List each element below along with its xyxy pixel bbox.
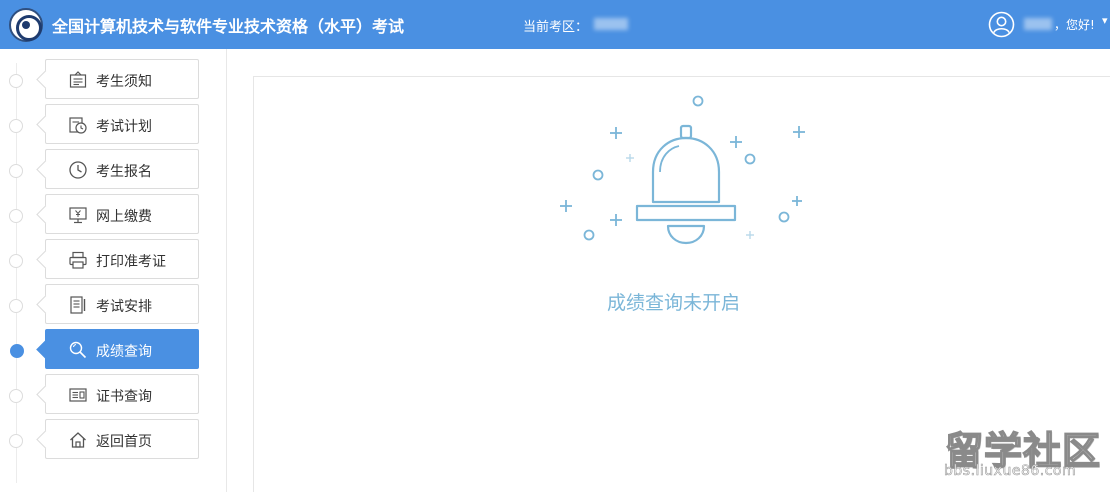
sidebar-item-exam-notice[interactable]: 考生须知	[0, 59, 227, 101]
app-title: 全国计算机技术与软件专业技术资格（水平）考试	[52, 17, 405, 36]
sidebar-item-box[interactable]: 返回首页	[45, 419, 199, 459]
home-icon	[70, 432, 86, 448]
sidebar-item-box[interactable]: 考生报名	[45, 149, 199, 189]
sidebar-item-box[interactable]: 网上缴费	[45, 194, 199, 234]
sidebar-item-score-query[interactable]: 成绩查询	[0, 329, 227, 371]
sidebar-item-label: 考生须知	[96, 74, 152, 90]
sidebar-item-registration[interactable]: 考生报名	[0, 149, 227, 191]
sidebar-item-label: 考生报名	[96, 164, 152, 180]
watermark-url: bbs.liuxue86.com	[944, 463, 1077, 480]
sidebar-item-label: 返回首页	[96, 434, 152, 450]
sidebar-item-label: 打印准考证	[96, 254, 166, 270]
timeline-dot	[9, 389, 23, 403]
payment-monitor-icon	[69, 207, 87, 224]
calendar-clock-icon	[69, 117, 87, 134]
sidebar-item-certificate-query[interactable]: 证书查询	[0, 374, 227, 416]
status-message: 成绩查询未开启	[607, 292, 741, 314]
search-icon	[69, 341, 87, 359]
timeline-dot	[9, 119, 23, 133]
sidebar-item-box[interactable]: 打印准考证	[45, 239, 199, 279]
sidebar-item-box[interactable]: 考试计划	[45, 104, 199, 144]
user-name-redacted	[1024, 18, 1052, 30]
document-icon	[70, 296, 86, 314]
top-header: 全国计算机技术与软件专业技术资格（水平）考试 当前考区： ，您好! ▾	[0, 0, 1110, 49]
printer-icon	[69, 251, 87, 269]
clock-icon	[69, 161, 87, 179]
timeline-dot	[9, 164, 23, 178]
sidebar-item-exam-plan[interactable]: 考试计划	[0, 104, 227, 146]
exam-area-value-redacted	[594, 18, 628, 30]
sidebar-item-label: 考试安排	[96, 299, 152, 315]
timeline-dot	[9, 299, 23, 313]
timeline-dot	[9, 74, 23, 88]
sidebar-item-box[interactable]: 证书查询	[45, 374, 199, 414]
timeline-dot	[9, 209, 23, 223]
chevron-down-icon[interactable]: ▾	[1102, 14, 1108, 27]
sidebar-item-label: 成绩查询	[96, 344, 152, 360]
sidebar-item-print-ticket[interactable]: 打印准考证	[0, 239, 227, 281]
user-avatar-icon[interactable]	[988, 11, 1015, 38]
sidebar-item-box[interactable]: 考试安排	[45, 284, 199, 324]
sidebar-item-label: 网上缴费	[96, 209, 152, 225]
exam-logo-icon	[9, 8, 43, 42]
exam-area-label: 当前考区：	[523, 20, 589, 35]
timeline-dot-active	[10, 344, 24, 358]
certificate-icon	[69, 388, 87, 402]
bell-icon	[560, 95, 805, 245]
sidebar-item-return-home[interactable]: 返回首页	[0, 419, 227, 461]
timeline-dot	[9, 254, 23, 268]
sidebar-item-online-payment[interactable]: 网上缴费	[0, 194, 227, 236]
sidebar-item-label: 考试计划	[96, 119, 152, 135]
notice-icon	[69, 71, 87, 88]
sidebar-item-label: 证书查询	[96, 389, 152, 405]
sidebar-item-box[interactable]: 成绩查询	[45, 329, 199, 369]
sidebar-item-exam-arrangement[interactable]: 考试安排	[0, 284, 227, 326]
greeting-text[interactable]: ，您好!	[1054, 16, 1095, 33]
timeline-dot	[9, 434, 23, 448]
watermark: 留学社区 bbs.liuxue86.com	[940, 420, 1101, 482]
sidebar: 考生须知 考试计划 考生报名 网上缴费 打印准考证 考试安排 成绩查询 证书查询…	[0, 49, 227, 492]
sidebar-item-box[interactable]: 考生须知	[45, 59, 199, 99]
